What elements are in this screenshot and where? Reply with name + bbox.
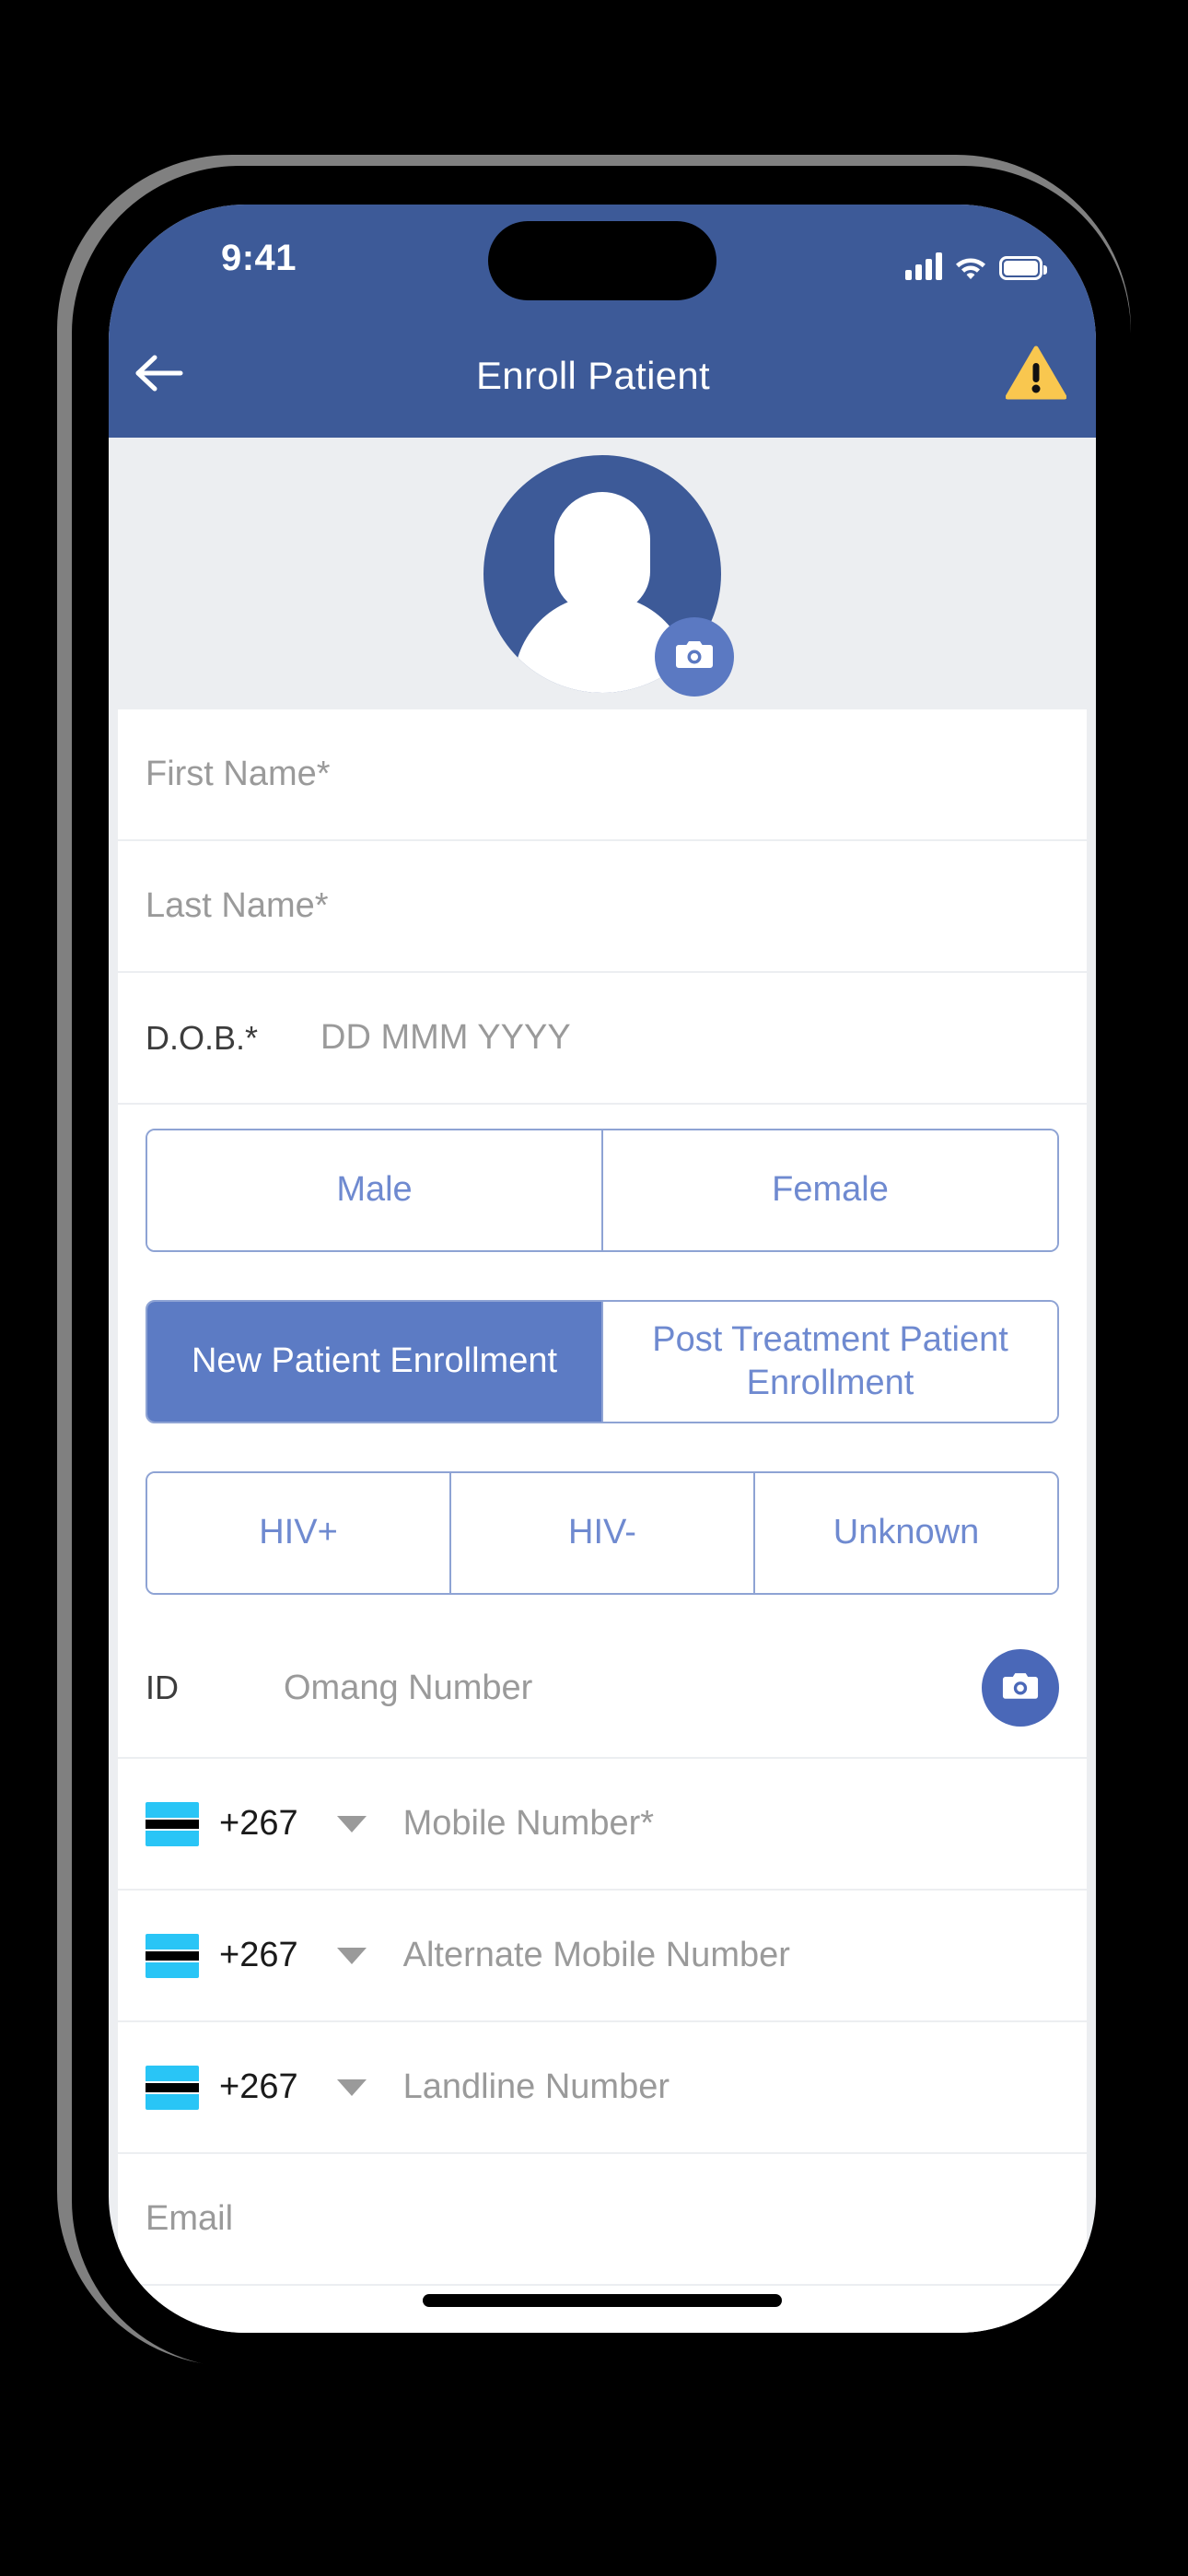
hiv-status-selector: HIV+ HIV- Unknown [118,1447,1087,1619]
patient-location-field[interactable]: Patient Location/Area* [118,2286,1087,2333]
phone-screen: 9:41 Enroll Patient First Name* Last Nam… [109,205,1096,2333]
app-bar: Enroll Patient [109,313,1096,438]
id-camera-button[interactable] [982,1649,1059,1727]
first-name-field[interactable]: First Name* [118,709,1087,841]
avatar-wrapper[interactable] [483,454,734,697]
warning-button[interactable] [976,313,1096,438]
enrollment-option-post-treatment[interactable]: Post Treatment Patient Enrollment [603,1302,1057,1422]
gender-selector: Male Female [118,1105,1087,1276]
status-bar-icons [905,240,1047,280]
mobile-country-code: +267 [219,1804,298,1843]
mobile-number-row[interactable]: +267 Mobile Number* [118,1759,1087,1891]
alternate-mobile-placeholder: Alternate Mobile Number [402,1936,790,1974]
status-bar-clock: 9:41 [220,238,297,278]
status-bar: 9:41 [109,205,1096,313]
patient-location-placeholder: Patient Location/Area* [146,2331,494,2333]
camera-icon [675,638,714,674]
enrollment-type-segments: New Patient Enrollment Post Treatment Pa… [146,1300,1059,1423]
botswana-flag-icon [146,1933,199,1978]
dynamic-island [488,221,716,300]
enrollment-type-selector: New Patient Enrollment Post Treatment Pa… [118,1276,1087,1447]
botswana-flag-icon [146,1801,199,1846]
alternate-mobile-country-code: +267 [219,1936,298,1974]
botswana-flag-icon [146,2065,199,2110]
dob-placeholder: DD MMM YYYY [320,1018,571,1057]
avatar-section [109,438,1096,709]
last-name-field[interactable]: Last Name* [118,841,1087,973]
dob-label: D.O.B.* [146,1018,259,1057]
battery-icon [999,256,1047,280]
alternate-mobile-row[interactable]: +267 Alternate Mobile Number [118,1891,1087,2022]
page-title: Enroll Patient [475,353,710,397]
landline-row[interactable]: +267 Landline Number [118,2022,1087,2154]
landline-country-code: +267 [219,2067,298,2106]
hiv-option-unknown[interactable]: Unknown [755,1473,1057,1593]
hiv-option-positive[interactable]: HIV+ [147,1473,451,1593]
id-field-row[interactable]: ID Omang Number [118,1619,1087,1759]
id-label: ID [146,1669,179,1706]
hiv-status-segments: HIV+ HIV- Unknown [146,1471,1059,1595]
landline-placeholder: Landline Number [402,2067,670,2106]
back-arrow-icon [133,353,186,398]
enrollment-option-new[interactable]: New Patient Enrollment [147,1302,603,1422]
warning-triangle-icon [1005,345,1067,405]
first-name-placeholder: First Name* [146,755,331,793]
screenshot-stage: 9:41 Enroll Patient First Name* Last Nam… [0,0,1188,2576]
chevron-down-icon[interactable] [336,1815,367,1832]
gender-option-male[interactable]: Male [147,1130,603,1250]
back-button[interactable] [109,313,210,438]
last-name-placeholder: Last Name* [146,886,329,925]
enroll-form: First Name* Last Name* D.O.B.* DD MMM YY… [118,709,1087,2333]
home-indicator[interactable] [423,2294,782,2307]
email-field[interactable]: Email [118,2154,1087,2286]
hiv-option-negative[interactable]: HIV- [451,1473,755,1593]
gender-option-female[interactable]: Female [603,1130,1057,1250]
chevron-down-icon[interactable] [336,1947,367,1964]
wifi-icon [954,252,987,280]
cellular-signal-icon [905,252,942,280]
gender-segments: Male Female [146,1129,1059,1252]
email-placeholder: Email [146,2199,234,2238]
dob-field[interactable]: D.O.B.* DD MMM YYYY [118,973,1087,1105]
camera-icon [1002,1670,1039,1705]
mobile-number-placeholder: Mobile Number* [402,1804,655,1843]
chevron-down-icon[interactable] [336,2078,367,2096]
avatar-camera-button[interactable] [655,616,734,697]
id-placeholder: Omang Number [284,1668,533,1707]
